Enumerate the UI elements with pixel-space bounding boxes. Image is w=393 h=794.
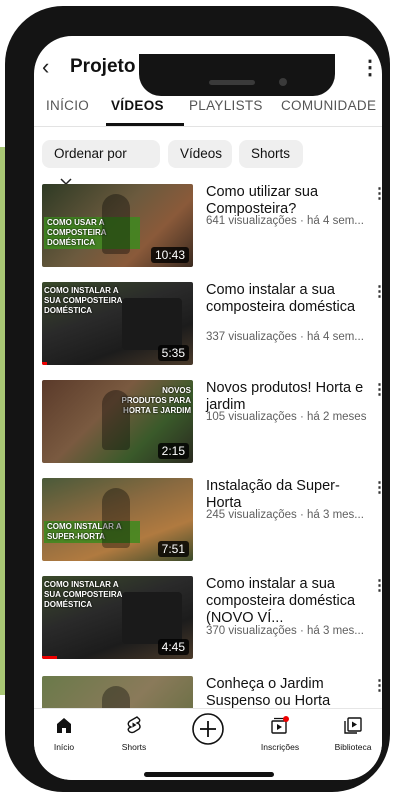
video-thumbnail[interactable]: COMO INSTALAR A SUA COMPOSTEIRA DOMÉSTIC…	[42, 282, 193, 365]
tab-videos[interactable]: VÍDEOS	[111, 98, 164, 113]
video-title[interactable]: Conheça o Jardim Suspenso ou Horta	[206, 676, 371, 710]
mute-switch	[6, 114, 12, 150]
phone-screen: ‹ Projeto Raiz ⋮ INÍCIO VÍDEOS PLAYLISTS…	[34, 36, 382, 780]
phone-notch	[139, 54, 335, 96]
back-arrow-icon[interactable]: ‹	[42, 54, 49, 80]
subscriptions-icon	[271, 716, 289, 734]
volume-down-button	[6, 246, 12, 306]
sort-chip[interactable]: Ordenar por	[42, 140, 160, 186]
video-title[interactable]: Como utilizar sua Composteira?	[206, 184, 371, 218]
speaker-grille	[209, 80, 255, 85]
video-thumbnail[interactable]: COMO INSTALAR A SUPER-HORTA 7:51	[42, 478, 193, 561]
home-icon	[57, 718, 71, 733]
video-row[interactable]: COMO INSTALAR A SUPER-HORTA 7:51 Instalaçã…	[34, 478, 382, 566]
video-row[interactable]: COMO USAR A COMPOSTEIRA DOMÉSTICA 10:43 Co…	[34, 184, 382, 272]
video-meta: 105 visualizações · há 2 meses	[206, 411, 367, 423]
video-title[interactable]: Novos produtos! Horta e jardim	[206, 380, 371, 414]
phone-frame: ‹ Projeto Raiz ⋮ INÍCIO VÍDEOS PLAYLISTS…	[5, 6, 390, 792]
video-title[interactable]: Instalação da Super-Horta	[206, 478, 371, 512]
nav-shorts[interactable]: Shorts	[104, 715, 164, 752]
bottom-navigation: Início Shorts Inscrições Biblioteca	[34, 708, 382, 780]
active-tab-indicator	[106, 123, 184, 126]
video-meta: 370 visualizações · há 3 mes...	[206, 625, 364, 637]
tab-playlists[interactable]: PLAYLISTS	[189, 98, 263, 113]
video-more-icon[interactable]: ⋮	[372, 184, 382, 202]
more-options-icon[interactable]: ⋮	[360, 55, 380, 80]
tab-inicio[interactable]: INÍCIO	[46, 98, 89, 113]
nav-subscriptions-label: Inscrições	[260, 742, 300, 752]
video-duration-badge: 7:51	[157, 541, 189, 557]
video-row[interactable]: COMO INSTALAR A SUA COMPOSTEIRA DOMÉSTIC…	[34, 282, 382, 370]
library-icon	[344, 717, 362, 734]
video-more-icon[interactable]: ⋮	[372, 676, 382, 694]
tab-comunidade[interactable]: COMUNIDADE	[281, 98, 376, 113]
nav-home[interactable]: Início	[34, 715, 94, 752]
nav-subscriptions[interactable]: Inscrições	[250, 715, 310, 752]
video-thumbnail[interactable]: COMO USAR A COMPOSTEIRA DOMÉSTICA 10:43	[42, 184, 193, 267]
video-more-icon[interactable]: ⋮	[372, 576, 382, 594]
video-more-icon[interactable]: ⋮	[372, 478, 382, 496]
front-camera	[279, 78, 287, 86]
thumbnail-caption: NOVOS PRODUTOS PARA HORTA E JARDIM	[121, 386, 192, 415]
nav-create[interactable]	[178, 712, 238, 751]
nav-home-label: Início	[53, 742, 75, 752]
create-icon	[192, 713, 224, 745]
volume-up-button	[6, 172, 12, 232]
filter-chip-shorts[interactable]: Shorts	[239, 140, 303, 168]
shorts-icon	[127, 716, 141, 734]
video-meta: 641 visualizações · há 4 sem...	[206, 215, 364, 227]
video-more-icon[interactable]: ⋮	[372, 380, 382, 398]
filter-chip-videos[interactable]: Vídeos	[168, 140, 232, 168]
video-duration-badge: 2:15	[157, 443, 189, 459]
channel-tabs: INÍCIO VÍDEOS PLAYLISTS COMUNIDADE	[34, 92, 382, 127]
nav-library[interactable]: Biblioteca	[323, 715, 382, 752]
nav-shorts-label: Shorts	[121, 742, 147, 752]
video-duration-badge: 10:43	[150, 247, 189, 263]
video-row[interactable]: NOVOS PRODUTOS PARA HORTA E JARDIM 2:15 No…	[34, 380, 382, 468]
video-thumbnail[interactable]: COMO INSTALAR A SUA COMPOSTEIRA DOMÉSTIC…	[42, 576, 193, 659]
thumbnail-figure	[102, 488, 130, 548]
sort-chip-label: Ordenar por	[54, 146, 127, 161]
thumbnail-figure	[122, 592, 182, 644]
video-meta: 337 visualizações · há 4 sem...	[206, 331, 364, 343]
watch-progress-bar	[42, 362, 47, 365]
thumbnail-caption: COMO INSTALAR A SUA COMPOSTEIRA DOMÉSTIC…	[44, 580, 123, 609]
video-duration-badge: 4:45	[157, 639, 189, 655]
home-indicator	[144, 772, 274, 777]
video-row[interactable]: COMO INSTALAR A SUA COMPOSTEIRA DOMÉSTIC…	[34, 576, 382, 664]
video-duration-badge: 5:35	[157, 345, 189, 361]
video-thumbnail[interactable]: NOVOS PRODUTOS PARA HORTA E JARDIM 2:15	[42, 380, 193, 463]
thumbnail-figure	[102, 390, 130, 450]
video-more-icon[interactable]: ⋮	[372, 282, 382, 300]
thumbnail-caption: COMO INSTALAR A SUA COMPOSTEIRA DOMÉSTIC…	[44, 286, 123, 315]
watch-progress-bar	[42, 656, 58, 659]
video-title[interactable]: Como instalar a sua composteira doméstic…	[206, 282, 371, 316]
thumbnail-figure	[102, 194, 130, 254]
nav-library-label: Biblioteca	[334, 742, 372, 752]
thumbnail-figure	[122, 298, 182, 350]
video-meta: 245 visualizações · há 3 mes...	[206, 509, 364, 521]
video-title[interactable]: Como instalar a sua composteira doméstic…	[206, 576, 371, 627]
